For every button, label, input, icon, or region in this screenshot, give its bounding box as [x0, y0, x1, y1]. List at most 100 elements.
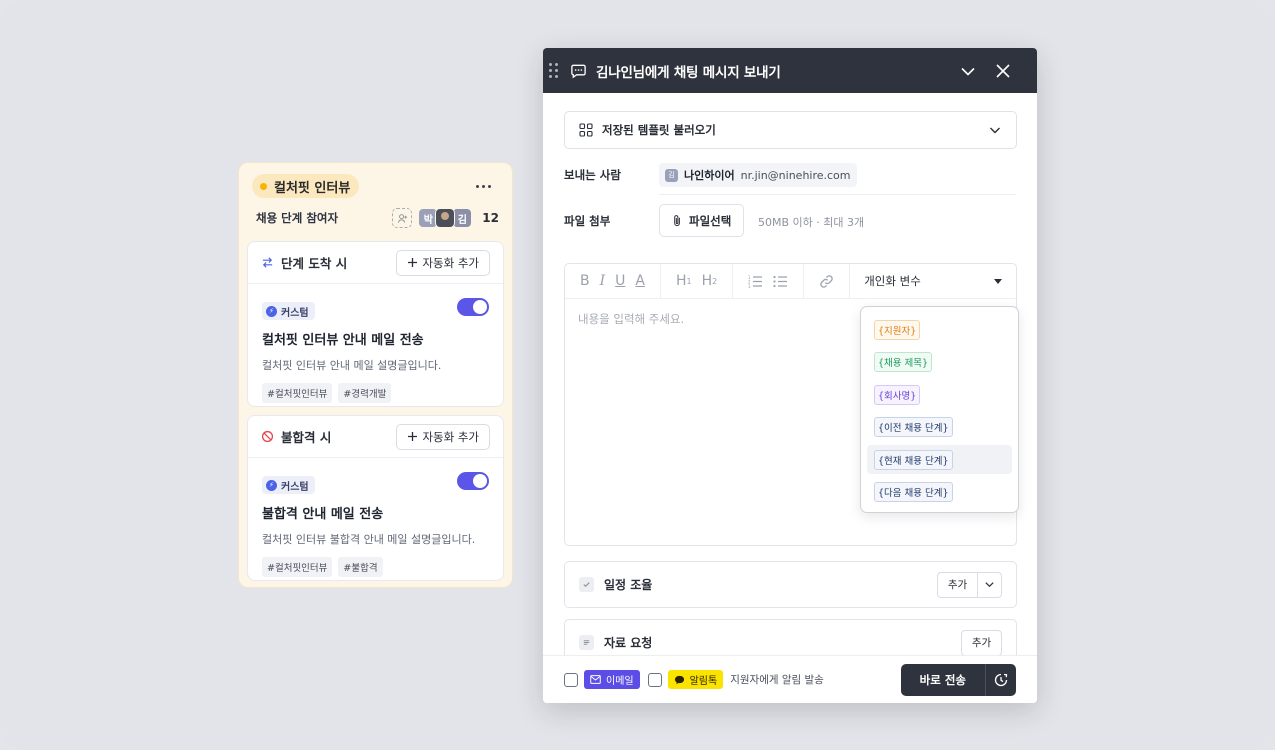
underline-button[interactable]: U — [615, 273, 625, 289]
alimtalk-channel-label: 알림톡 — [689, 676, 718, 687]
schedule-add-button[interactable]: 추가 — [937, 571, 978, 598]
variable-chip: {현재 채용 단계} — [874, 449, 953, 470]
variable-chip: {이전 채용 단계} — [874, 417, 953, 437]
variable-option[interactable]: {지원자} — [867, 315, 1012, 344]
automation-rule-card[interactable]: ⚡ 커스텀 불합격 안내 메일 전송 컬처핏 인터뷰 불합격 안내 메일 설명글… — [248, 458, 503, 580]
more-options-icon[interactable] — [471, 176, 495, 196]
heading2-button[interactable]: H2 — [702, 273, 718, 289]
add-participant-icon[interactable] — [392, 208, 413, 228]
heading2-letter: H — [701, 273, 713, 289]
rule-title: 불합격 안내 메일 전송 — [262, 507, 384, 522]
add-automation-label: 자동화 추가 — [422, 255, 479, 270]
sender-name: 나인하이어 — [684, 169, 735, 182]
sender-chip[interactable]: 김 나인하이어 nr.jin@ninehire.com — [659, 163, 857, 187]
schedule-add-dropdown[interactable] — [978, 571, 1002, 598]
heading1-button[interactable]: H1 — [676, 273, 692, 289]
add-automation-button[interactable]: 자동화 추가 — [396, 423, 490, 450]
avatar — [435, 208, 456, 228]
rule-tags: #컬처핏인터뷰 #경력개발 — [262, 383, 489, 403]
variable-select[interactable]: 개인화 변수 — [850, 264, 1016, 298]
bold-button[interactable]: B — [580, 273, 590, 289]
send-now-button[interactable]: 바로 전송 — [900, 663, 985, 696]
mail-icon — [590, 675, 601, 684]
participants-row: 채용 단계 참여자 박 김 12 — [256, 207, 499, 229]
bolt-icon: ⚡ — [266, 479, 277, 491]
participants-label: 채용 단계 참여자 — [256, 211, 339, 225]
drag-handle-icon[interactable] — [549, 63, 558, 78]
variable-option[interactable]: {회사명} — [867, 380, 1012, 409]
automation-section-arrival: 단계 도착 시 자동화 추가 ⚡ 커스텀 컬처핏 인터뷰 안내 메일 전송 컬처… — [247, 241, 504, 407]
variable-chip: {다음 채용 단계} — [874, 482, 953, 502]
variable-option[interactable]: {이전 채용 단계} — [867, 413, 1012, 442]
link-icon[interactable] — [819, 274, 834, 289]
schedule-send-button[interactable] — [985, 663, 1016, 696]
ordered-list-icon[interactable]: 123 — [748, 275, 763, 288]
modal-header: 김나인님에게 채팅 메시지 보내기 — [543, 48, 1037, 93]
italic-button[interactable]: I — [600, 273, 606, 289]
variable-option[interactable]: {현재 채용 단계} — [867, 445, 1012, 474]
variable-option[interactable]: {다음 채용 단계} — [867, 478, 1012, 507]
file-select-button[interactable]: 파일선택 — [659, 204, 745, 237]
modal-footer: 이메일 알림톡 지원자에게 알림 발송 바로 전송 — [543, 655, 1037, 703]
close-icon[interactable] — [995, 63, 1011, 79]
bullet-list-icon[interactable] — [773, 275, 788, 288]
rule-description: 컬처핏 인터뷰 불합격 안내 메일 설명글입니다. — [262, 533, 476, 546]
document-request-add-button[interactable]: 추가 — [961, 629, 1002, 656]
add-automation-label: 자동화 추가 — [422, 429, 479, 444]
variable-chip: {회사명} — [874, 384, 921, 405]
arrow-swap-icon — [262, 257, 273, 268]
schedule-title: 일정 조율 — [604, 578, 653, 592]
file-label: 파일 첨부 — [564, 214, 611, 228]
email-channel-badge: 이메일 — [584, 670, 640, 689]
document-icon — [579, 635, 594, 650]
rule-tags: #컬처핏인터뷰 #불합격 — [262, 557, 489, 577]
chat-bubble-icon — [571, 64, 586, 78]
automation-section-reject: 불합격 시 자동화 추가 ⚡ 커스텀 불합격 안내 메일 전송 컬처핏 인터뷰 … — [247, 415, 504, 581]
paperclip-icon — [674, 215, 680, 227]
add-automation-button[interactable]: 자동화 추가 — [396, 249, 490, 276]
bolt-icon: ⚡ — [266, 305, 277, 317]
alimtalk-checkbox[interactable] — [647, 672, 662, 687]
editor-placeholder: 내용을 입력해 주세요. — [578, 312, 685, 326]
heading2-sub: 2 — [712, 276, 718, 286]
section-header: 불합격 시 자동화 추가 — [248, 416, 503, 458]
chevron-down-icon — [985, 582, 994, 588]
list-group: 123 — [733, 264, 805, 298]
email-checkbox[interactable] — [564, 672, 578, 687]
stage-header: 컬처핏 인터뷰 — [252, 174, 499, 200]
talk-bubble-icon — [674, 675, 684, 684]
document-request-title: 자료 요청 — [604, 636, 653, 650]
custom-badge: ⚡ 커스텀 — [262, 476, 315, 494]
automation-rule-card[interactable]: ⚡ 커스텀 컬처핏 인터뷰 안내 메일 전송 컬처핏 인터뷰 안내 메일 설명글… — [248, 284, 503, 406]
caret-down-icon — [994, 278, 1002, 284]
rule-description: 컬처핏 인터뷰 안내 메일 설명글입니다. — [262, 359, 442, 372]
text-color-button[interactable]: A — [635, 273, 645, 289]
variable-select-label: 개인화 변수 — [864, 274, 921, 288]
variable-option[interactable]: {채용 제목} — [867, 348, 1012, 377]
plus-icon — [408, 258, 418, 267]
rule-toggle[interactable] — [457, 298, 489, 316]
plus-icon — [408, 432, 418, 441]
variable-chip: {지원자} — [874, 319, 921, 340]
chevron-down-icon — [990, 127, 1000, 134]
tag: #경력개발 — [338, 383, 392, 403]
section-title: 단계 도착 시 — [281, 256, 348, 271]
template-select[interactable]: 저장된 템플릿 불러오기 — [564, 111, 1017, 149]
tag: #불합격 — [338, 557, 383, 577]
calendar-check-icon — [579, 577, 594, 592]
alimtalk-channel-badge: 알림톡 — [667, 670, 724, 689]
custom-badge-label: 커스텀 — [281, 481, 309, 493]
collapse-chevron-icon[interactable] — [959, 62, 977, 80]
stage-name-pill[interactable]: 컬처핏 인터뷰 — [252, 174, 360, 198]
section-title: 불합격 시 — [281, 430, 332, 445]
send-split-button: 바로 전송 — [900, 663, 1016, 696]
variable-dropdown-menu: {지원자} {채용 제목} {회사명} {이전 채용 단계} {현재 채용 단계… — [860, 306, 1019, 513]
participant-count: 12 — [482, 211, 499, 225]
file-select-label: 파일선택 — [689, 213, 732, 228]
rule-toggle[interactable] — [457, 472, 489, 490]
file-hint: 50MB 이하 · 최대 3개 — [758, 216, 865, 229]
participant-avatars[interactable]: 박 김 — [418, 208, 473, 228]
stage-card: 컬처핏 인터뷰 채용 단계 참여자 박 김 12 단계 도착 시 자동화 추가 — [238, 162, 513, 588]
clock-schedule-icon — [994, 673, 1008, 686]
custom-badge-label: 커스텀 — [281, 307, 309, 319]
